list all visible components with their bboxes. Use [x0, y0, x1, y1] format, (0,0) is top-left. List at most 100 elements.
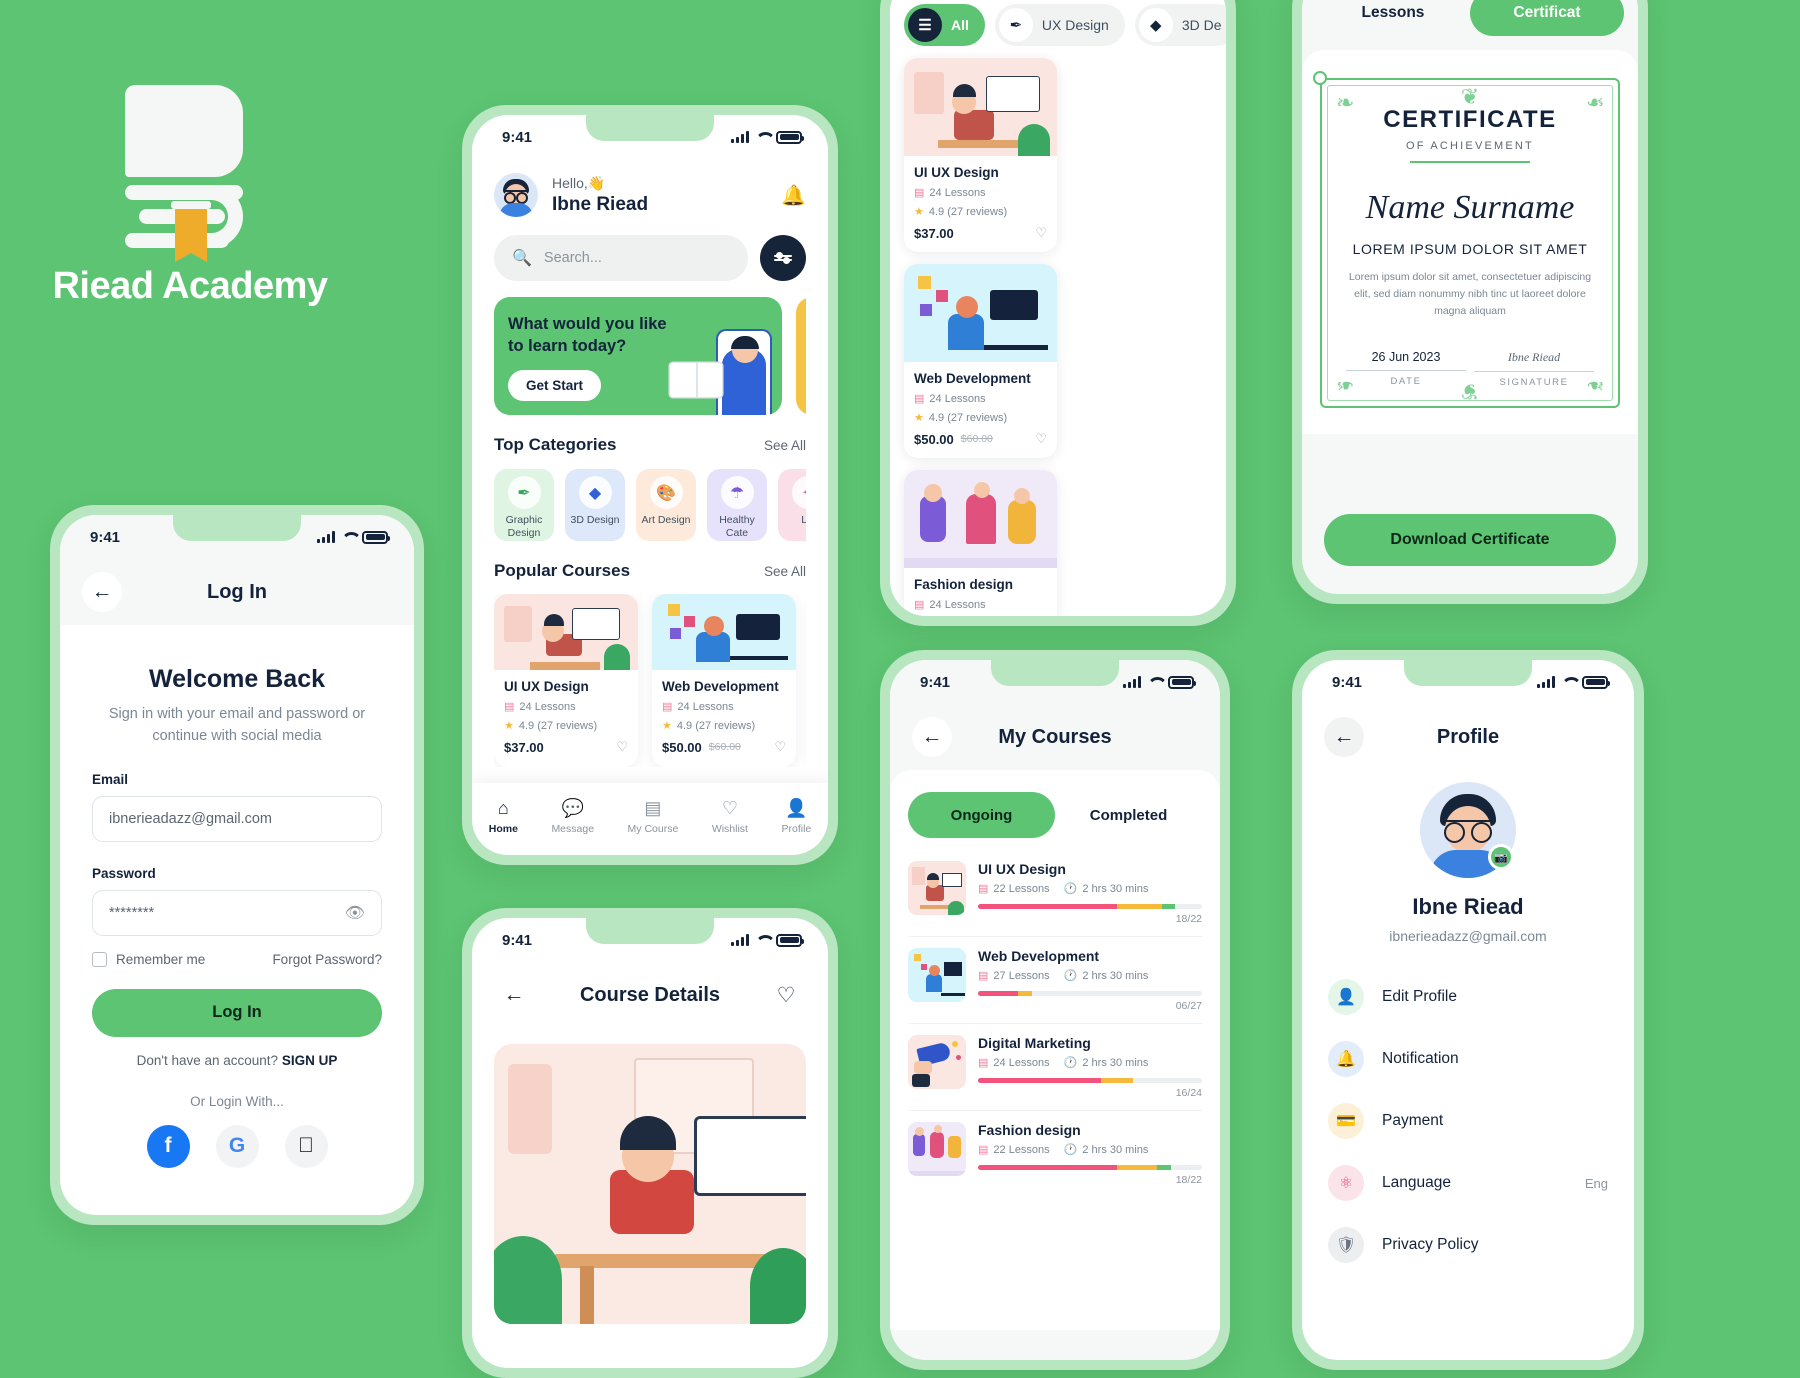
course-name: Web Development [914, 371, 1031, 386]
category-art-design[interactable]: 🎨 Art Design [636, 469, 696, 541]
course-grid[interactable]: UI UX Design ▤ 24 Lessons ★ 4.9 (27 revi… [890, 46, 1226, 616]
google-icon[interactable]: G [215, 1124, 259, 1168]
forgot-password-link[interactable]: Forgot Password? [272, 952, 382, 967]
promo-banner[interactable]: What would you like to learn today? Get … [494, 297, 782, 415]
lesson-certificate-tabs[interactable]: Lessons Certificat [1302, 0, 1638, 50]
tab-message[interactable]: 💬 Message [551, 798, 594, 835]
tab-home[interactable]: ⌂ Home [489, 798, 518, 835]
login-button[interactable]: Log In [92, 988, 382, 1037]
signal-icon [317, 531, 335, 543]
tab-lessons[interactable]: Lessons [1316, 0, 1470, 36]
heart-icon[interactable]: ♡ [1035, 225, 1047, 241]
course-price: $37.00 [914, 225, 954, 241]
category-list[interactable]: ✒ Graphic Design ◆ 3D Design 🎨 Art Desig… [494, 469, 806, 541]
camera-icon[interactable]: 📷 [1488, 844, 1514, 870]
popular-see-all[interactable]: See All [764, 564, 806, 579]
course-card[interactable]: Web Development ▤ 24 Lessons ★ 4.9 (27 r… [904, 264, 1057, 458]
profile-menu[interactable]: 👤 Edit Profile 🔔 Notification 💳 Payment … [1302, 944, 1634, 1276]
app-logo-icon [125, 85, 255, 262]
category-healthy-cate[interactable]: ☂ Healthy Cate [707, 469, 767, 541]
course-name: Digital Marketing [978, 1035, 1091, 1051]
category-label: Graphic Design [505, 514, 543, 540]
tab-my-course[interactable]: ▤ My Course [628, 798, 679, 835]
categories-see-all[interactable]: See All [764, 438, 806, 453]
apple-icon[interactable]:  [284, 1124, 328, 1168]
back-button[interactable]: ← [494, 975, 534, 1015]
list-item[interactable]: Web Development ▤ 27 Lessons 🕐 2 hrs 30 … [908, 937, 1202, 1024]
phone-notch [991, 660, 1119, 686]
heart-icon[interactable]: ♡ [616, 739, 628, 755]
chip-3d-design[interactable]: ◆ 3D De [1134, 4, 1226, 46]
back-button[interactable]: ← [82, 572, 122, 612]
category-label: Healthy Cate [719, 514, 755, 540]
wallet-icon: 💳 [1328, 1103, 1364, 1139]
menu-item-privacy-policy[interactable]: 🛡 Privacy Policy [1328, 1214, 1608, 1276]
password-field[interactable]: ******** 👁 [92, 889, 382, 936]
facebook-icon[interactable]: f [146, 1124, 190, 1168]
status-time: 9:41 [502, 931, 533, 949]
popular-course-list[interactable]: UI UX Design ▤ 24 Lessons ★ 4.9 (27 revi… [494, 594, 806, 767]
category-graphic-design[interactable]: ✒ Graphic Design [494, 469, 554, 541]
search-input[interactable]: 🔍 Search... [494, 235, 748, 281]
category-more[interactable]: ✦ L s [778, 469, 806, 541]
list-icon: ☰ [908, 8, 942, 42]
certificate-paragraph: Lorem ipsum dolor sit amet, consectetuer… [1348, 270, 1592, 318]
course-card[interactable]: UI UX Design ▤ 24 Lessons ★ 4.9 (27 revi… [494, 594, 638, 767]
chip-all[interactable]: ☰ All [904, 4, 985, 46]
back-button[interactable]: ← [1324, 717, 1364, 757]
course-lessons: 24 Lessons [677, 700, 734, 713]
poster-stage: Riead Academy 9:41 ← Log In Welcome Back… [0, 0, 1800, 1378]
get-start-button[interactable]: Get Start [508, 369, 602, 401]
eye-off-icon[interactable]: 👁 [345, 903, 365, 923]
shield-icon: 🛡 [1328, 1227, 1364, 1263]
course-card[interactable]: Web Development ▤ 24 Lessons ★ 4.9 (27 r… [652, 594, 796, 767]
profile-email: ibnerieadazz@gmail.com [1389, 928, 1547, 944]
my-course-list[interactable]: UI UX Design ▤ 22 Lessons 🕐 2 hrs 30 min… [890, 838, 1220, 1197]
menu-item-edit-profile[interactable]: 👤 Edit Profile [1328, 966, 1608, 1028]
promo-banner-carousel[interactable]: What would you like to learn today? Get … [494, 297, 806, 415]
signal-icon [731, 934, 749, 946]
heart-icon[interactable]: ♡ [1035, 431, 1047, 447]
tab-certificate[interactable]: Certificat [1470, 0, 1624, 36]
category-label: Art Design [641, 514, 691, 526]
wishlist-heart-icon[interactable]: ♡ [766, 975, 806, 1015]
list-item[interactable]: Digital Marketing ▤ 24 Lessons 🕐 2 hrs 3… [908, 1024, 1202, 1111]
course-lessons: 24 Lessons [519, 700, 576, 713]
menu-item-language[interactable]: ⚛ Language Eng [1328, 1152, 1608, 1214]
list-item[interactable]: Fashion design ▤ 22 Lessons 🕐 2 hrs 30 m… [908, 1111, 1202, 1197]
download-certificate-button[interactable]: Download Certificate [1324, 514, 1616, 566]
course-lessons: 24 Lessons [929, 598, 986, 611]
category-3d-design[interactable]: ◆ 3D Design [565, 469, 625, 541]
tab-wishlist[interactable]: ♡ Wishlist [712, 798, 748, 835]
pen-tool-icon: ✒ [507, 476, 541, 509]
course-price: $50.00 [662, 739, 702, 755]
ongoing-completed-tabs[interactable]: Ongoing Completed [908, 792, 1202, 838]
heart-icon[interactable]: ♡ [774, 739, 786, 755]
tab-profile[interactable]: 👤 Profile [781, 798, 811, 835]
course-card[interactable]: UI UX Design ▤ 24 Lessons ★ 4.9 (27 revi… [904, 58, 1057, 252]
course-name: Web Development [662, 679, 779, 694]
avatar[interactable] [494, 173, 538, 217]
promo-banner-next[interactable]: W to [796, 297, 806, 415]
category-filter-chips[interactable]: ☰ All ✒ UX Design ◆ 3D De [890, 0, 1226, 46]
menu-item-payment[interactable]: 💳 Payment [1328, 1090, 1608, 1152]
course-card[interactable]: Fashion design ▤ 24 Lessons ★ 4.9 (27 re… [904, 470, 1057, 616]
status-time: 9:41 [502, 128, 533, 146]
signup-link[interactable]: SIGN UP [282, 1053, 338, 1068]
tab-completed[interactable]: Completed [1055, 792, 1202, 838]
filter-button[interactable] [760, 235, 806, 281]
tab-label: Message [551, 822, 595, 835]
email-field[interactable]: ibnerieadazz@gmail.com [92, 795, 382, 842]
login-form: Welcome Back Sign in with your email and… [60, 625, 414, 1168]
bottom-tab-bar[interactable]: ⌂ Home 💬 Message ▤ My Course ♡ Wishlist … [472, 783, 828, 855]
list-item[interactable]: UI UX Design ▤ 22 Lessons 🕐 2 hrs 30 min… [908, 850, 1202, 937]
heart-icon: ♡ [721, 797, 738, 818]
menu-item-notification[interactable]: 🔔 Notification [1328, 1028, 1608, 1090]
tab-ongoing[interactable]: Ongoing [908, 792, 1055, 838]
notification-bell-icon[interactable]: 🔔 [781, 183, 806, 208]
chip-ux-design[interactable]: ✒ UX Design [994, 4, 1125, 46]
remember-me-checkbox[interactable]: Remember me [92, 951, 205, 967]
search-placeholder: Search... [543, 250, 602, 266]
back-button[interactable]: ← [912, 717, 952, 757]
lessons-icon: ▤ [914, 393, 925, 405]
